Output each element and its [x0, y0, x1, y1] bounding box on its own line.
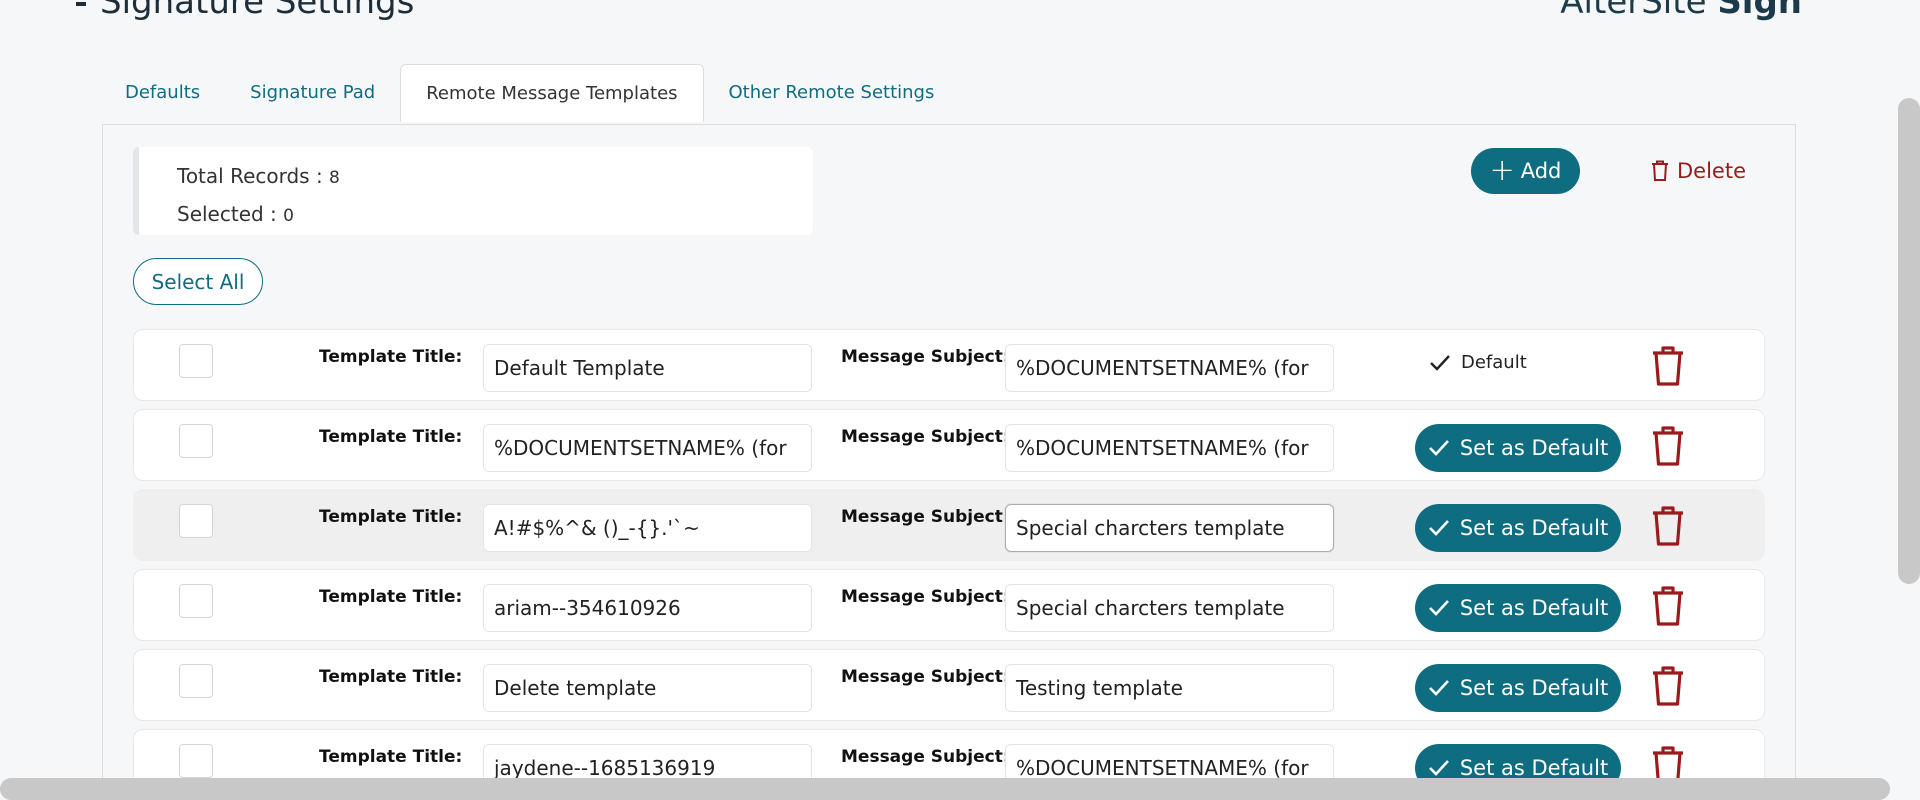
message-subject-input[interactable]: Special charcters template [1005, 504, 1334, 552]
template-row: Template Title: Default Template Message… [133, 329, 1765, 401]
trash-icon[interactable] [1651, 346, 1685, 386]
trash-icon [1652, 160, 1668, 181]
template-title-label: Template Title: [319, 507, 463, 527]
row-checkbox[interactable] [179, 344, 213, 378]
tab-signature-pad[interactable]: Signature Pad [225, 64, 400, 122]
template-title-input[interactable]: A!#$%^& ()_-{}.'`~ [483, 504, 812, 552]
template-title-input[interactable]: Delete template [483, 664, 812, 712]
template-title-label: Template Title: [319, 427, 463, 447]
delete-button[interactable]: Delete [1651, 156, 1746, 186]
check-icon [1428, 680, 1449, 696]
check-icon [1428, 600, 1449, 616]
message-subject-label: Message Subject: [841, 667, 1010, 687]
select-all-button[interactable]: Select All [133, 258, 263, 305]
trash-icon[interactable] [1651, 586, 1685, 626]
settings-tabs: Defaults Signature Pad Remote Message Te… [100, 64, 959, 122]
check-icon [1428, 440, 1449, 456]
template-title-label: Template Title: [319, 747, 463, 767]
template-title-label: Template Title: [319, 667, 463, 687]
add-button[interactable]: + Add [1471, 148, 1580, 194]
template-title-input[interactable]: %DOCUMENTSETNAME% (for [483, 424, 812, 472]
template-title-label: Template Title: [319, 587, 463, 607]
set-as-default-button[interactable]: Set as Default [1415, 584, 1621, 632]
tab-defaults[interactable]: Defaults [100, 64, 225, 122]
set-as-default-button[interactable]: Set as Default [1415, 424, 1621, 472]
selected-records: Selected : 0 [177, 202, 294, 226]
total-records: Total Records : 8 [177, 164, 340, 188]
records-summary: Total Records : 8 Selected : 0 [133, 147, 813, 235]
message-subject-label: Message Subject: [841, 747, 1010, 767]
template-row: Template Title: ariam--354610926 Message… [133, 569, 1765, 641]
brand-logo: AlterSite Sign [1560, 0, 1802, 22]
row-checkbox[interactable] [179, 664, 213, 698]
template-title-input[interactable]: Default Template [483, 344, 812, 392]
check-icon [1430, 354, 1450, 371]
message-subject-input[interactable]: Special charcters template [1005, 584, 1334, 632]
message-subject-label: Message Subject: [841, 427, 1010, 447]
check-icon [1428, 760, 1449, 776]
check-icon [1428, 520, 1449, 536]
template-title-input[interactable]: ariam--354610926 [483, 584, 812, 632]
vertical-scrollbar[interactable] [1898, 98, 1920, 584]
trash-icon[interactable] [1651, 666, 1685, 706]
tab-remote-message-templates[interactable]: Remote Message Templates [400, 64, 704, 122]
message-subject-label: Message Subject: [841, 587, 1010, 607]
row-checkbox[interactable] [179, 424, 213, 458]
set-as-default-button[interactable]: Set as Default [1415, 664, 1621, 712]
row-checkbox[interactable] [179, 584, 213, 618]
horizontal-scrollbar[interactable] [0, 778, 1890, 800]
row-checkbox[interactable] [179, 744, 213, 778]
row-checkbox[interactable] [179, 504, 213, 538]
template-list: Template Title: Default Template Message… [133, 329, 1765, 800]
template-row: Template Title: A!#$%^& ()_-{}.'`~ Messa… [133, 489, 1765, 561]
default-indicator: Default [1429, 352, 1527, 373]
message-subject-label: Message Subject: [841, 347, 1010, 367]
set-as-default-button[interactable]: Set as Default [1415, 504, 1621, 552]
plus-icon: + [1489, 153, 1515, 188]
trash-icon[interactable] [1651, 506, 1685, 546]
title-marker [76, 1, 86, 6]
message-subject-input[interactable]: %DOCUMENTSETNAME% (for [1005, 424, 1334, 472]
message-subject-label: Message Subject: [841, 507, 1010, 527]
template-row: Template Title: Delete template Message … [133, 649, 1765, 721]
tab-other-remote-settings[interactable]: Other Remote Settings [704, 64, 960, 122]
page-title: Signature Settings [76, 0, 414, 22]
message-subject-input[interactable]: %DOCUMENTSETNAME% (for [1005, 344, 1334, 392]
template-title-label: Template Title: [319, 347, 463, 367]
trash-icon[interactable] [1651, 426, 1685, 466]
message-subject-input[interactable]: Testing template [1005, 664, 1334, 712]
template-row: Template Title: %DOCUMENTSETNAME% (for M… [133, 409, 1765, 481]
